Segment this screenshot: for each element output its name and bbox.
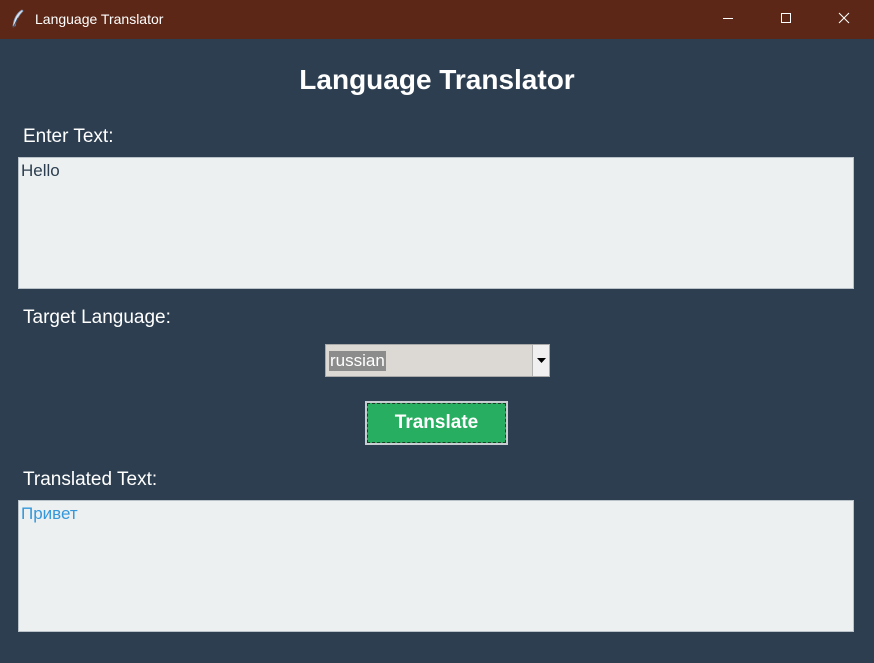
source-text-input[interactable]: Hello [18,157,854,289]
maximize-icon [780,11,792,29]
selected-language: russian [329,351,386,371]
feather-icon [10,9,26,29]
minimize-button[interactable] [699,0,757,39]
chevron-down-icon[interactable] [532,345,549,376]
target-language-label: Target Language: [23,307,171,328]
maximize-button[interactable] [757,0,815,39]
minimize-icon [722,11,734,29]
translated-text-label: Translated Text: [23,469,158,490]
translate-button[interactable]: Translate [365,401,508,445]
window-title: Language Translator [35,11,164,27]
close-button[interactable] [815,0,873,39]
target-language-select[interactable]: russian [325,344,550,377]
translate-button-label: Translate [367,403,506,443]
close-icon [838,11,850,29]
enter-text-label: Enter Text: [23,126,114,147]
translated-text-output[interactable]: Привет [18,500,854,632]
page-title: Language Translator [299,64,575,95]
window-titlebar: Language Translator [0,0,874,39]
